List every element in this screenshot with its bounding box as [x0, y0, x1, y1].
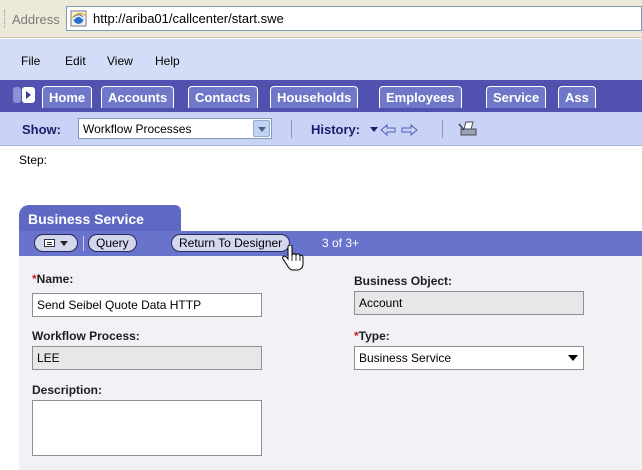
show-toolbar: Show: Workflow Processes History: — [0, 112, 642, 146]
type-dropdown-value: Business Service — [359, 351, 452, 365]
name-field-value: Send Seibel Quote Data HTTP — [37, 298, 202, 312]
history-navigation-icons[interactable] — [369, 122, 419, 138]
applet-toolbar: Query Return To Designer 3 of 3+ — [19, 231, 642, 256]
description-label: Description: — [32, 383, 103, 397]
toolbar-divider — [291, 120, 292, 138]
toolbar-grip — [4, 10, 6, 28]
toolbar-divider — [83, 236, 84, 251]
record-count: 3 of 3+ — [322, 236, 360, 250]
show-label: Show: — [22, 122, 61, 137]
ie-page-icon — [70, 10, 87, 27]
type-dropdown[interactable]: Business Service — [354, 346, 584, 370]
address-url: http://ariba01/callcenter/start.swe — [93, 11, 284, 26]
query-button[interactable]: Query — [88, 234, 137, 252]
address-label: Address — [12, 12, 60, 27]
workflow-process-label: Workflow Process: — [32, 329, 140, 343]
toolbar-divider — [442, 120, 443, 138]
name-label: *Name: — [32, 272, 74, 286]
menu-help[interactable]: Help — [155, 54, 180, 68]
workflow-process-field[interactable]: LEE — [32, 346, 262, 370]
hand-cursor-icon — [282, 245, 304, 271]
screen-tab-bar: Home Accounts Contacts Households Employ… — [0, 80, 642, 112]
chevron-down-icon[interactable] — [253, 120, 270, 137]
description-textarea[interactable] — [32, 400, 262, 456]
business-object-value: Account — [359, 296, 403, 310]
address-input[interactable]: http://ariba01/callcenter/start.swe — [66, 6, 642, 31]
business-object-label: Business Object: — [354, 274, 453, 288]
history-dropdown-icon — [370, 127, 378, 132]
tab-employees[interactable]: Employees — [379, 86, 462, 108]
menu-file[interactable]: File — [21, 54, 40, 68]
tab-assets[interactable]: Ass — [558, 86, 596, 108]
show-dropdown-value: Workflow Processes — [83, 122, 192, 136]
applet-menu-button[interactable] — [34, 234, 78, 252]
business-object-field[interactable]: Account — [354, 291, 584, 315]
print-icon[interactable] — [458, 120, 478, 138]
menu-icon — [44, 239, 55, 247]
tab-service[interactable]: Service — [486, 86, 547, 108]
menu-bar: File Edit View Help — [0, 39, 642, 80]
applet-title: Business Service — [19, 205, 181, 231]
workflow-process-value: LEE — [37, 351, 60, 365]
chevron-down-icon[interactable] — [568, 355, 578, 361]
tab-home[interactable]: Home — [42, 86, 93, 108]
history-label: History: — [311, 122, 361, 137]
type-label: *Type: — [354, 329, 390, 343]
step-label: Step: — [19, 153, 48, 167]
address-bar: Address http://ariba01/callcenter/start.… — [0, 0, 642, 38]
name-field[interactable]: Send Seibel Quote Data HTTP — [32, 293, 262, 317]
menu-edit[interactable]: Edit — [65, 54, 86, 68]
menu-view[interactable]: View — [107, 54, 133, 68]
tab-households[interactable]: Households — [270, 86, 359, 108]
tab-contacts[interactable]: Contacts — [188, 86, 258, 108]
tab-accounts[interactable]: Accounts — [101, 86, 175, 108]
screen-nav-arrow-icon[interactable] — [13, 85, 35, 105]
chevron-down-icon — [60, 241, 68, 246]
show-dropdown[interactable]: Workflow Processes — [78, 118, 272, 139]
return-to-designer-button[interactable]: Return To Designer — [171, 234, 291, 252]
